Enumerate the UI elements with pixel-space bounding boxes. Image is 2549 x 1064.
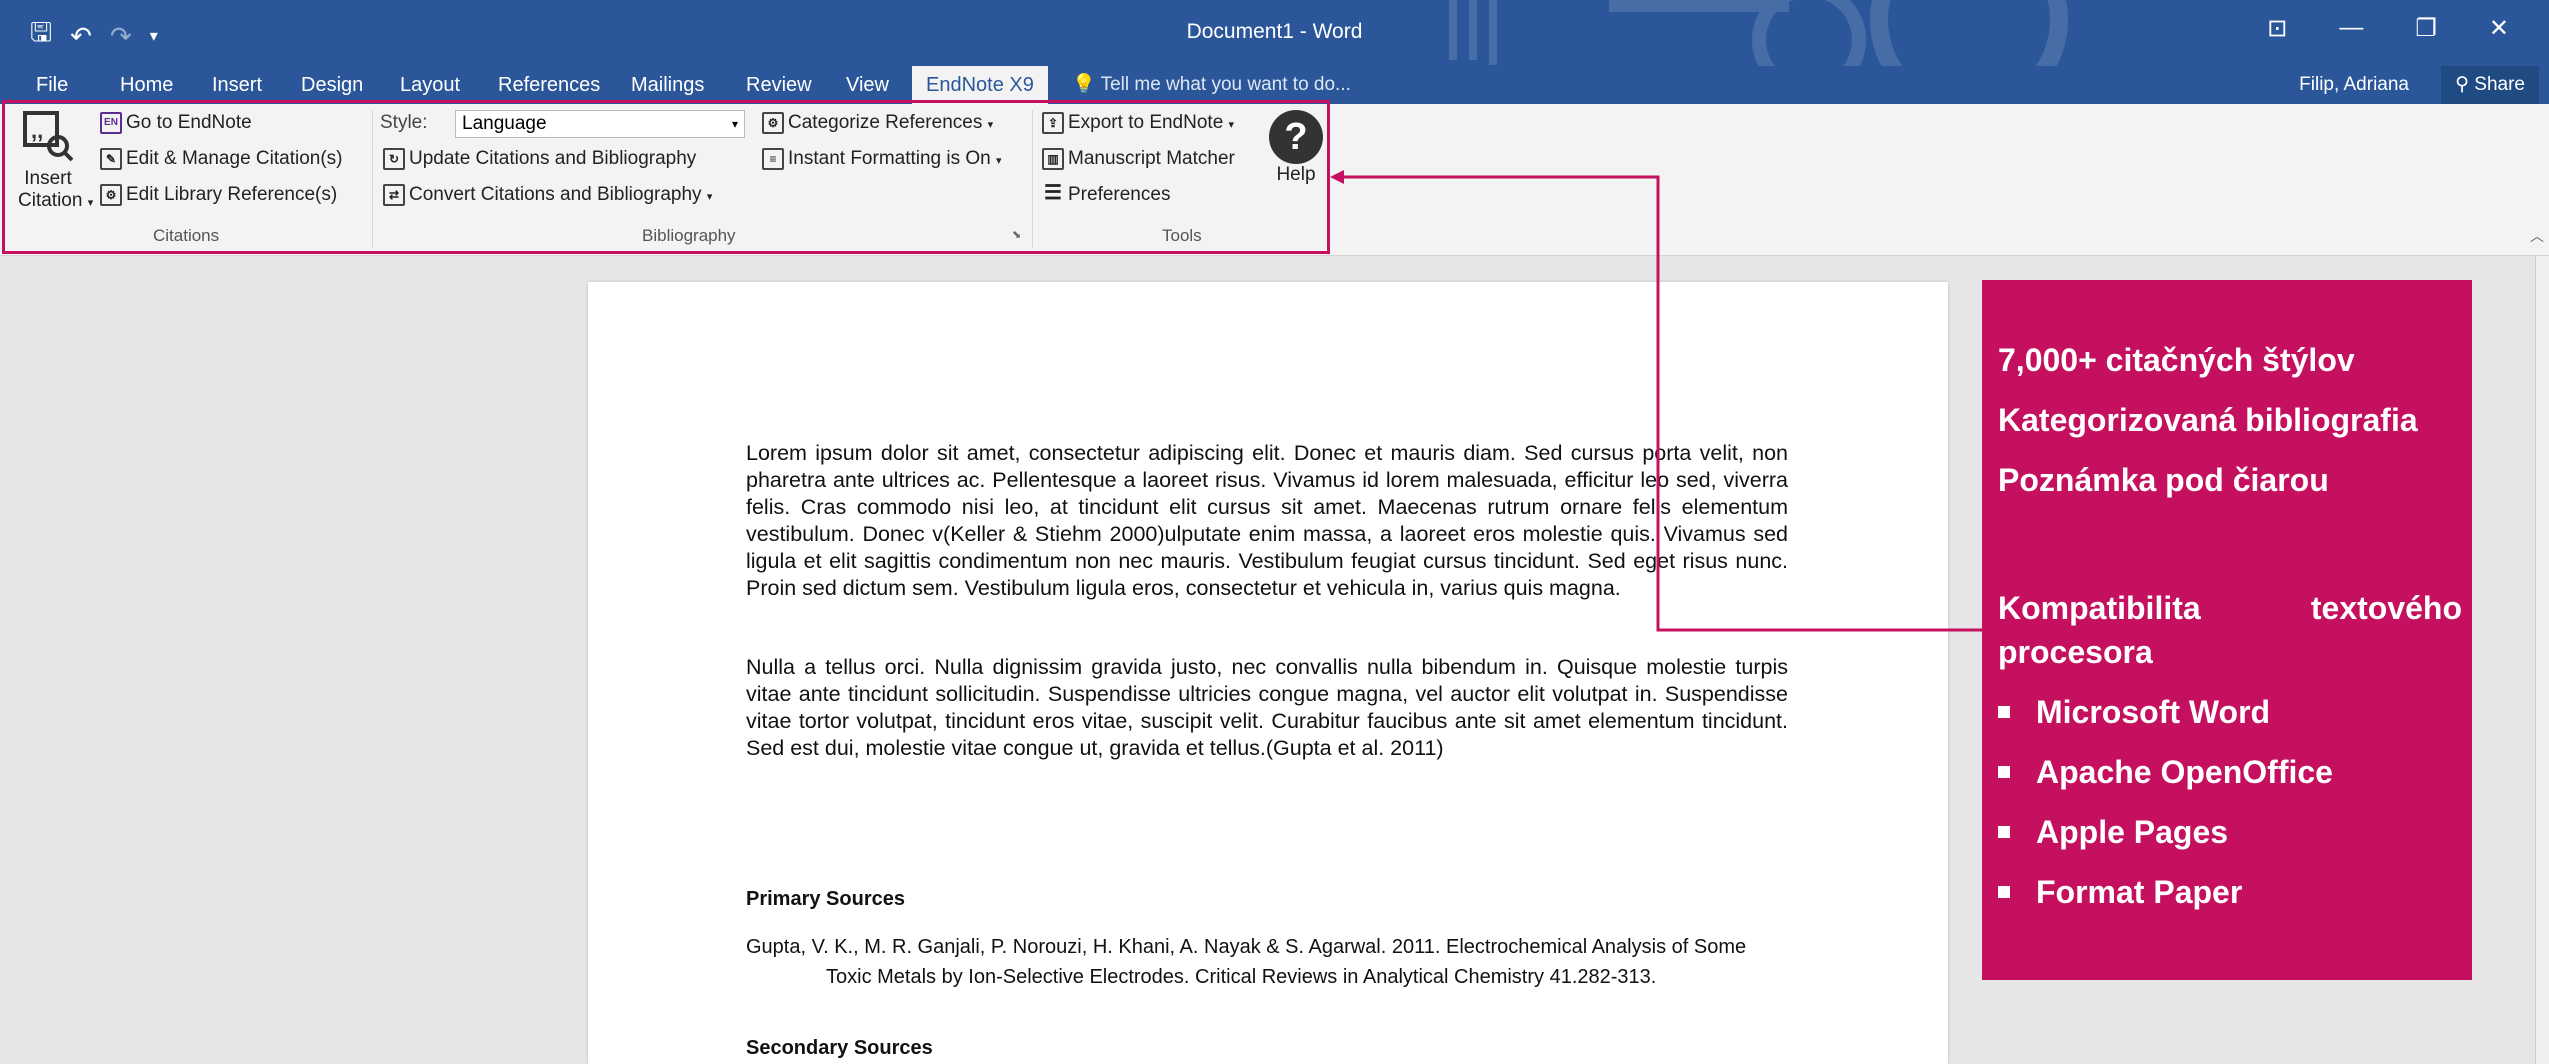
- panel-list-item: Microsoft Word: [1998, 694, 2270, 731]
- panel-line-footnote: Poznámka pod čiarou: [1998, 462, 2329, 498]
- panel-list-item: Format Paper: [1998, 874, 2242, 911]
- feature-panel: 7,000+ citačných štýlov Kategorizovaná b…: [1982, 280, 2472, 980]
- panel-list-item: Apple Pages: [1998, 814, 2228, 851]
- vertical-scrollbar[interactable]: [2535, 256, 2549, 1064]
- panel-list-item-label: Microsoft Word: [2036, 694, 2271, 730]
- panel-list-item-label: Format Paper: [2036, 874, 2243, 910]
- panel-line-styles: 7,000+ citačných štýlov: [1998, 342, 2355, 378]
- panel-list-item-label: Apache OpenOffice: [2036, 754, 2333, 790]
- panel-compat-word2: textového: [2310, 590, 2462, 626]
- panel-list-item: Apache OpenOffice: [1998, 754, 2333, 791]
- panel-compat-word1: Kompatibilita: [1998, 590, 2201, 626]
- panel-list-item-label: Apple Pages: [2036, 814, 2229, 850]
- panel-line-bibliography: Kategorizovaná bibliografia: [1998, 402, 2418, 438]
- panel-compat-word3: procesora: [1998, 634, 2153, 670]
